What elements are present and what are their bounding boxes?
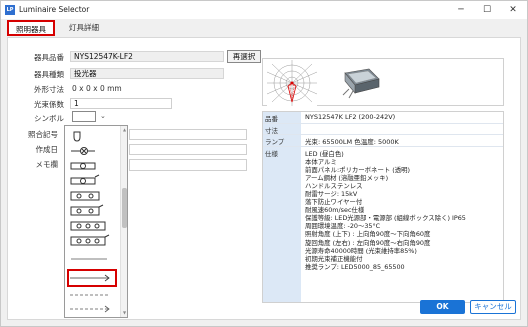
spec-row-dimensions: 寸法 (263, 124, 503, 135)
chevron-down-icon[interactable]: ⌄ (100, 112, 106, 120)
close-button[interactable]: ✕ (500, 1, 526, 19)
created-date-input[interactable] (129, 144, 247, 155)
created-date-label: 作成日 (35, 145, 59, 154)
spec-detail-line: 照射角度 (上下) : 上向角90度〜下向角60度 (305, 230, 431, 239)
coefficient-label: 光束係数 (34, 100, 64, 109)
spec-detail-line: 光源寿命40000時間 (光束維持率85%) (305, 246, 417, 255)
scroll-down-icon[interactable]: ▼ (121, 310, 128, 315)
list-item[interactable] (67, 189, 117, 203)
list-item[interactable] (67, 204, 117, 218)
list-item[interactable] (67, 252, 117, 266)
selected-item-highlight (67, 269, 117, 287)
spec-detail-line: 推奨ランプ: LED5000_85_65500 (305, 262, 405, 271)
maximize-button[interactable]: ☐ (474, 1, 500, 19)
memo-label: メモ欄 (35, 160, 59, 169)
reselect-button[interactable]: 再選択 (227, 50, 261, 63)
spec-value (303, 124, 307, 126)
illum-symbol-input[interactable] (129, 129, 247, 140)
product-code-field: NYS12547K-LF2 (70, 51, 224, 62)
spec-detail-line: 本体アルミ (305, 158, 337, 167)
list-item[interactable] (67, 129, 117, 143)
tab-luminaire[interactable]: 照明器具 (7, 20, 55, 36)
symbol-select[interactable] (72, 111, 96, 122)
spec-value: NYS12547K LF2 (200-242V) (305, 113, 396, 121)
spec-detail-line: 旋回角度 (左右) : 左向角90度〜右向角90度 (305, 238, 431, 247)
app-icon: LP (5, 5, 15, 15)
type-field: 投光器 (70, 68, 224, 79)
luminaire-panel: 器具品番 NYS12547K-LF2 再選択 器具種類 投光器 外形寸法 0 x… (7, 37, 521, 320)
spec-key: 仕様 (263, 147, 301, 302)
luminaire-images (262, 58, 504, 106)
coefficient-input[interactable]: 1 (70, 98, 172, 109)
minimize-button[interactable]: ─ (448, 1, 474, 19)
type-label: 器具種類 (34, 70, 64, 79)
illum-symbol-label: 照合記号 (28, 130, 58, 139)
dropdown-scrollbar[interactable]: ▲ ▼ (120, 126, 127, 317)
spec-table: 品番 NYS12547K LF2 (200-242V) 寸法 ランプ 光束: 6… (262, 111, 504, 303)
list-item[interactable] (67, 219, 117, 233)
spec-value: 光束: 65500LM 色温度: 5000K (305, 138, 399, 146)
spec-key: ランプ (263, 135, 301, 146)
spec-key: 品番 (263, 112, 301, 123)
spec-row-lamp: ランプ 光束: 65500LM 色温度: 5000K (263, 135, 503, 147)
spec-detail-line: 前面パネル:ポリカーボネート (透明) (305, 166, 411, 175)
product-code-label: 器具品番 (34, 53, 64, 62)
luminaire-selector-window: LP Luminaire Selector ─ ☐ ✕ 照明器具 灯具詳細 器具… (0, 0, 528, 327)
memo-input[interactable] (129, 159, 247, 171)
symbol-dropdown-list: ▲ ▼ (64, 125, 128, 318)
title-bar: LP Luminaire Selector ─ ☐ ✕ (1, 1, 527, 19)
list-item[interactable] (67, 174, 117, 188)
spec-detail-line: 初期光束補正機能付 (305, 254, 363, 263)
cancel-button[interactable]: キャンセル (470, 300, 516, 314)
window-title: Luminaire Selector (19, 5, 90, 14)
list-item[interactable] (67, 302, 117, 316)
spec-detail-line: LED (昼白色) (305, 150, 344, 158)
spec-detail-line: アーム鋼材 (溶融亜鉛メッキ) (305, 174, 389, 183)
spec-row-model: 品番 NYS12547K LF2 (200-242V) (263, 112, 503, 124)
list-item[interactable] (67, 159, 117, 173)
dimensions-value: 0 x 0 x 0 mm (72, 84, 122, 93)
spec-key: 寸法 (263, 124, 301, 135)
luminaire-photo (342, 68, 380, 99)
scroll-up-icon[interactable]: ▲ (121, 127, 128, 132)
light-distribution-diagram (267, 60, 317, 106)
ok-button[interactable]: OK (420, 300, 465, 314)
list-item[interactable] (67, 144, 117, 158)
list-item[interactable] (67, 288, 117, 302)
symbol-label: シンボル (34, 114, 64, 123)
dimensions-label: 外形寸法 (34, 85, 64, 94)
tab-lamp-details[interactable]: 灯具詳細 (61, 20, 107, 36)
spec-details-list: LED (昼白色) 本体アルミ 前面パネル:ポリカーボネート (透明) アーム鋼… (305, 150, 466, 271)
spec-detail-line: ハンドルステンレス (305, 182, 363, 191)
scrollbar-thumb[interactable] (122, 188, 127, 228)
list-item[interactable] (67, 234, 117, 248)
